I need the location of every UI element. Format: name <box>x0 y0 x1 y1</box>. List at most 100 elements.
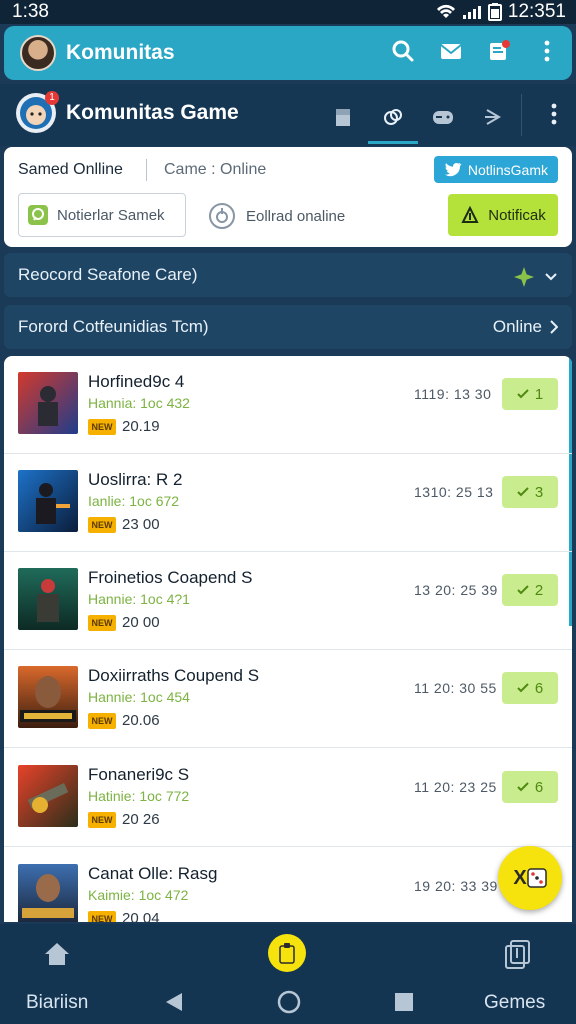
new-badge: NEW <box>88 615 116 631</box>
record-section-bar[interactable]: Reocord Seafone Care) <box>4 253 572 297</box>
header-divider <box>521 94 522 136</box>
sparkle-icon <box>514 267 534 287</box>
game-thumbnail <box>18 864 78 922</box>
header-tabs <box>318 94 518 144</box>
clipboard-icon <box>279 943 295 964</box>
vote-count: 1 <box>534 385 544 403</box>
chevron-right-icon[interactable] <box>550 320 558 334</box>
status-icons: 12:351 <box>436 1 566 23</box>
game-thumbnail <box>18 372 78 434</box>
forum-section-label: Forord Cotfeunidias Tcm) <box>18 317 209 336</box>
vote-button[interactable]: 1 <box>502 378 558 410</box>
notify-button[interactable]: Notificak <box>448 194 558 236</box>
status-bar: 1:38 12:351 <box>0 0 576 24</box>
game-meta: Ianlie: 1oc 672 <box>88 493 180 509</box>
tab-store[interactable] <box>318 94 368 140</box>
game-title: Canat Olle: Rasg <box>88 864 218 883</box>
check-icon <box>517 683 529 693</box>
status-clock: 12:351 <box>507 1 566 22</box>
game-title: Doxiirraths Coupend S <box>88 666 260 685</box>
online-label: Samed Onlline <box>18 161 123 178</box>
games-icon[interactable] <box>502 938 532 975</box>
floating-action-button[interactable]: X <box>498 846 562 910</box>
community-header: 1 Komunitas Game <box>0 84 576 146</box>
leaf-icon <box>461 205 479 223</box>
list-item[interactable]: Uoslirra: R 2 Ianlie: 1oc 672 NEW 23 00 … <box>4 454 572 552</box>
game-score: 20 00 <box>122 614 160 631</box>
home-icon[interactable] <box>42 940 72 973</box>
check-icon <box>517 487 529 497</box>
status-time: 1:38 <box>12 1 49 22</box>
game-title: Fonaneri9c S <box>88 765 190 784</box>
wifi-icon <box>436 4 455 18</box>
clipboard-button[interactable] <box>268 934 306 972</box>
vote-count: 6 <box>534 679 544 697</box>
app-bar: Komunitas <box>4 26 572 80</box>
list-item[interactable]: Canat Olle: Rasg Kaimie: 1oc 472 NEW 20 … <box>4 848 572 922</box>
list-item[interactable]: Froinetios Coapend S Hannie: 1oc 4?1 NEW… <box>4 552 572 650</box>
game-title: Horfined9c 4 <box>88 372 185 391</box>
list-item[interactable]: Horfined9c 4 Hannia: 1oc 432 NEW 20.19 1… <box>4 356 572 454</box>
label-divider <box>146 159 147 181</box>
search-field-value: Notierlar Samek <box>57 206 165 224</box>
notification-badge: 1 <box>45 91 59 105</box>
forum-section-bar[interactable]: Forord Cotfeunidias Tcm) Online <box>4 305 572 349</box>
game-title: Uoslirra: R 2 <box>88 470 183 489</box>
game-time: 19 20: 33 39 <box>414 878 498 894</box>
vote-count: 2 <box>534 581 544 599</box>
tab-chat[interactable] <box>368 94 418 144</box>
tab-share[interactable] <box>468 94 518 140</box>
game-time: 11 20: 30 55 <box>414 680 497 696</box>
share-icon <box>485 109 501 125</box>
forum-online-label: Online <box>492 317 542 336</box>
check-icon <box>517 585 529 595</box>
chevron-down-icon[interactable] <box>544 272 558 282</box>
search-field[interactable]: Notierlar Samek <box>18 193 186 237</box>
vote-button[interactable]: 3 <box>502 476 558 508</box>
back-icon[interactable] <box>164 991 184 1013</box>
new-badge: NEW <box>88 517 116 533</box>
game-thumbnail <box>18 666 78 728</box>
game-meta: Hatinie: 1oc 772 <box>88 788 190 804</box>
more-vert-icon[interactable] <box>550 102 558 131</box>
forum-section-status: Online <box>493 317 558 337</box>
check-icon <box>517 782 529 792</box>
game-meta: Hannia: 1oc 432 <box>88 395 190 411</box>
nav-label-right[interactable]: Gemes <box>484 992 545 1014</box>
avatar[interactable] <box>20 35 56 71</box>
game-score: 20.19 <box>122 418 160 435</box>
game-time: 13 20: 25 39 <box>414 582 498 598</box>
fab-label: X <box>513 866 527 889</box>
mail-icon[interactable] <box>438 38 464 64</box>
bottom-navigation: Biariisn Gemes <box>0 924 576 1024</box>
dice-icon <box>526 868 547 888</box>
new-badge: NEW <box>88 911 116 922</box>
filter-card: Samed Onlline Came : Online NotlinsGamk … <box>4 147 572 247</box>
game-thumbnail <box>18 470 78 532</box>
game-score: 23 00 <box>122 516 160 533</box>
vote-button[interactable]: 6 <box>502 672 558 704</box>
enroll-option[interactable]: Eollrad onaline <box>208 202 345 230</box>
twitter-button[interactable]: NotlinsGamk <box>433 156 558 183</box>
game-score: 20.06 <box>122 712 160 729</box>
notification-icon[interactable] <box>486 38 512 64</box>
tab-gamepad[interactable] <box>418 94 468 140</box>
enroll-option-label: Eollrad onaline <box>246 207 346 225</box>
vote-button[interactable]: 2 <box>502 574 558 606</box>
signal-icon <box>462 6 481 19</box>
list-item[interactable]: Fonaneri9c S Hatinie: 1oc 772 NEW 20 26 … <box>4 749 572 847</box>
nav-label-left[interactable]: Biariisn <box>26 992 88 1014</box>
search-icon[interactable] <box>390 38 416 64</box>
game-score: 20 26 <box>122 811 160 828</box>
list-item[interactable]: Doxiirraths Coupend S Hannie: 1oc 454 NE… <box>4 650 572 748</box>
twitter-button-label: NotlinsGamk <box>467 161 548 178</box>
home-circle-icon[interactable] <box>277 990 301 1014</box>
more-vert-icon[interactable] <box>534 38 560 64</box>
vote-button[interactable]: 6 <box>502 771 558 803</box>
recents-icon[interactable] <box>394 992 414 1012</box>
record-section-label: Reocord Seafone Care) <box>18 265 198 284</box>
game-meta: Hannie: 1oc 454 <box>88 689 190 705</box>
vote-count: 3 <box>534 483 544 501</box>
check-icon <box>517 389 529 399</box>
notify-button-label: Notificak <box>488 206 546 224</box>
